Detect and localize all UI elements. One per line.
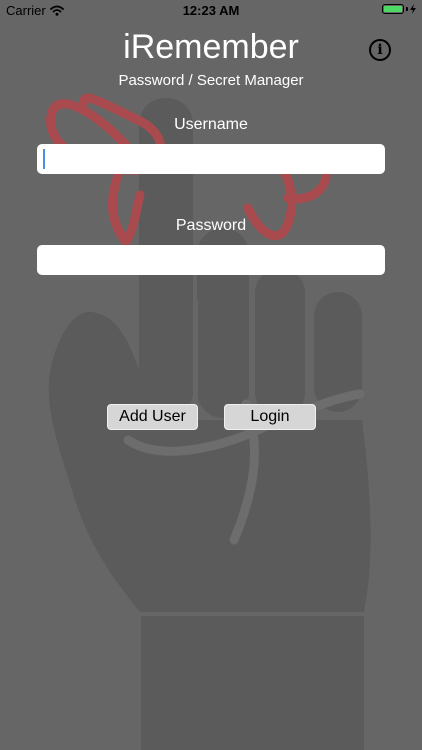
info-icon: i <box>377 42 383 58</box>
battery-icon <box>382 4 404 14</box>
status-time: 12:23 AM <box>182 3 240 18</box>
text-cursor <box>43 149 45 169</box>
battery-level-fill <box>384 6 402 12</box>
status-bar: Carrier 12:23 AM <box>0 0 422 22</box>
battery-tip <box>406 7 408 11</box>
login-button[interactable]: Login <box>224 404 316 430</box>
battery-indicator <box>382 4 416 14</box>
app-screen: Carrier 12:23 AM iRemember Password / Se… <box>0 0 422 750</box>
username-field[interactable] <box>37 144 385 174</box>
add-user-button[interactable]: Add User <box>107 404 198 430</box>
username-label: Username <box>174 116 248 133</box>
password-label: Password <box>175 217 247 234</box>
password-field[interactable] <box>37 245 385 275</box>
app-subtitle: Password / Secret Manager <box>118 72 304 89</box>
hand-ribbon-illustration <box>46 93 371 750</box>
app-title: iRemember <box>123 28 299 66</box>
bolt-icon <box>410 4 416 14</box>
info-button[interactable]: i <box>369 39 391 61</box>
